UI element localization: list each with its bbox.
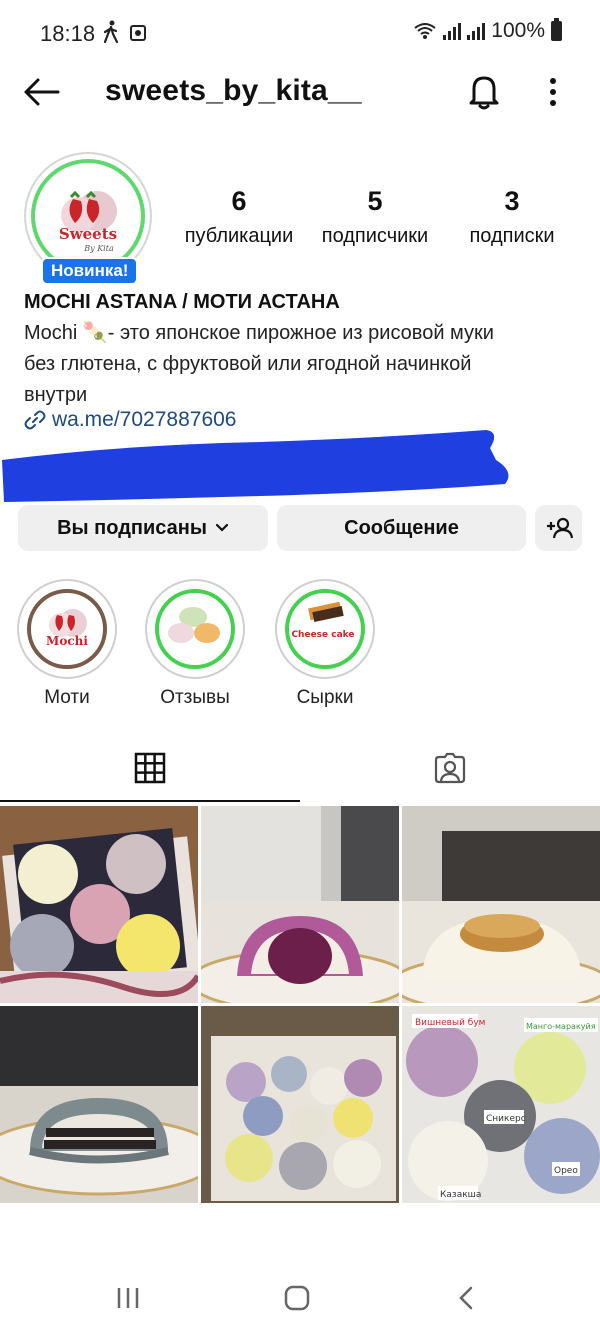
profile-bio: Mochi 🍡- это японское пирожное из рисово… <box>24 318 584 411</box>
stat-followers-value: 5 <box>367 186 383 216</box>
signal-icon-2 <box>467 22 486 40</box>
bio-line: внутри <box>24 384 88 406</box>
highlight-cover <box>153 587 237 671</box>
active-tab-indicator <box>0 800 300 802</box>
profile-username: sweets_by_kita__ <box>105 74 362 107</box>
post-thumbnail[interactable] <box>0 1006 198 1203</box>
following-label: Вы подписаны <box>57 516 207 539</box>
profile-display-name: MOCHI ASTANA / МОТИ АСТАНА <box>24 291 340 313</box>
stat-posts[interactable]: 6 публикации <box>176 186 302 248</box>
status-time: 18:18 <box>40 21 96 46</box>
post-thumbnail[interactable] <box>402 806 600 1003</box>
highlight-ring: Mochi <box>17 579 117 679</box>
post-label: Орео <box>554 1166 578 1176</box>
highlight-cover-text: Cheese cake <box>291 630 354 640</box>
post-label: Сникерс <box>486 1114 526 1124</box>
post-label: Манго-маракуйя <box>526 1022 596 1031</box>
battery-percent: 100% <box>491 19 545 42</box>
walking-icon <box>103 20 119 44</box>
post-thumbnail[interactable] <box>0 806 198 1003</box>
tagged-person-icon <box>434 752 466 784</box>
post-label: Вишневый бум <box>415 1018 485 1028</box>
cheesecake-cover-image: Cheese cake <box>285 589 365 669</box>
post-image <box>402 806 600 1003</box>
suggested-users-button[interactable] <box>535 505 582 551</box>
bio-line: Mochi 🍡- это японское пирожное из рисово… <box>24 322 494 344</box>
post-thumbnail[interactable]: Вишневый бум Манго-маракуйя Сникерс Орео… <box>402 1006 600 1203</box>
home-icon <box>284 1285 310 1311</box>
highlight-label: Моти <box>44 687 90 708</box>
mochi-cover-image: Mochi <box>27 589 107 669</box>
chevron-down-icon <box>215 523 229 532</box>
highlight-cheesecakes[interactable]: Cheese cake Сырки <box>273 579 377 709</box>
profile-header: sweets_by_kita__ <box>0 66 600 118</box>
post-label: Казакша <box>440 1190 481 1200</box>
signal-icon <box>443 22 462 40</box>
add-user-icon <box>546 517 573 539</box>
post-thumbnail[interactable] <box>201 1006 399 1203</box>
message-label: Сообщение <box>344 516 459 539</box>
back-button[interactable] <box>446 1282 486 1314</box>
home-button[interactable] <box>277 1282 317 1314</box>
post-image <box>201 1006 399 1203</box>
tab-tagged[interactable] <box>300 733 600 803</box>
highlight-reviews[interactable]: Отзывы <box>143 579 247 709</box>
more-options-icon[interactable] <box>541 74 565 110</box>
grid-icon <box>134 752 166 784</box>
bio-line: без глютена, с фруктовой или ягодной нач… <box>24 353 472 375</box>
recent-apps-button[interactable] <box>108 1282 148 1314</box>
new-badge: Новинка! <box>41 257 139 285</box>
status-bar: 18:18 100% <box>0 0 600 66</box>
tab-posts-grid[interactable] <box>0 733 300 803</box>
back-arrow-icon[interactable] <box>22 76 62 108</box>
back-chevron-icon <box>459 1286 473 1310</box>
post-image <box>0 806 198 1003</box>
stat-following[interactable]: 3 подписки <box>458 186 566 248</box>
stat-followers-label: подписчики <box>321 225 429 247</box>
highlight-label: Сырки <box>296 687 354 708</box>
sweets-logo-image: Sweets By Kita <box>59 190 117 253</box>
redaction-scribble <box>2 430 509 502</box>
highlight-label: Отзывы <box>160 687 230 708</box>
screen-record-icon <box>130 25 146 41</box>
bell-icon[interactable] <box>466 72 502 112</box>
highlight-ring <box>145 579 245 679</box>
post-image: Вишневый бум Манго-маракуйя Сникерс Орео… <box>402 1006 600 1203</box>
battery-icon <box>551 18 562 41</box>
stat-posts-value: 6 <box>231 186 247 216</box>
recent-apps-icon <box>117 1288 139 1308</box>
stat-following-value: 3 <box>504 186 520 216</box>
system-nav-bar <box>0 1262 600 1332</box>
message-button[interactable]: Сообщение <box>277 505 526 551</box>
highlight-cover: Mochi <box>25 587 109 671</box>
highlight-cover-text: Mochi <box>46 634 88 648</box>
highlight-cover: Cheese cake <box>283 587 367 671</box>
post-thumbnail[interactable] <box>201 806 399 1003</box>
logo-text: Sweets <box>59 225 117 243</box>
stat-posts-label: публикации <box>184 225 294 247</box>
avatar-logo: Sweets By Kita <box>31 159 145 273</box>
post-image <box>201 806 399 1003</box>
reviews-cover-image <box>155 589 235 669</box>
highlight-mochi[interactable]: Mochi Моти <box>15 579 119 709</box>
stat-following-label: подписки <box>469 225 555 247</box>
highlight-ring: Cheese cake <box>275 579 375 679</box>
logo-subtext: By Kita <box>83 244 114 253</box>
following-button[interactable]: Вы подписаны <box>18 505 268 551</box>
status-right: 100% <box>413 18 562 43</box>
wifi-icon <box>414 23 436 39</box>
stat-followers[interactable]: 5 подписчики <box>310 186 440 248</box>
profile-tabs <box>0 733 600 803</box>
post-image <box>0 1006 198 1203</box>
